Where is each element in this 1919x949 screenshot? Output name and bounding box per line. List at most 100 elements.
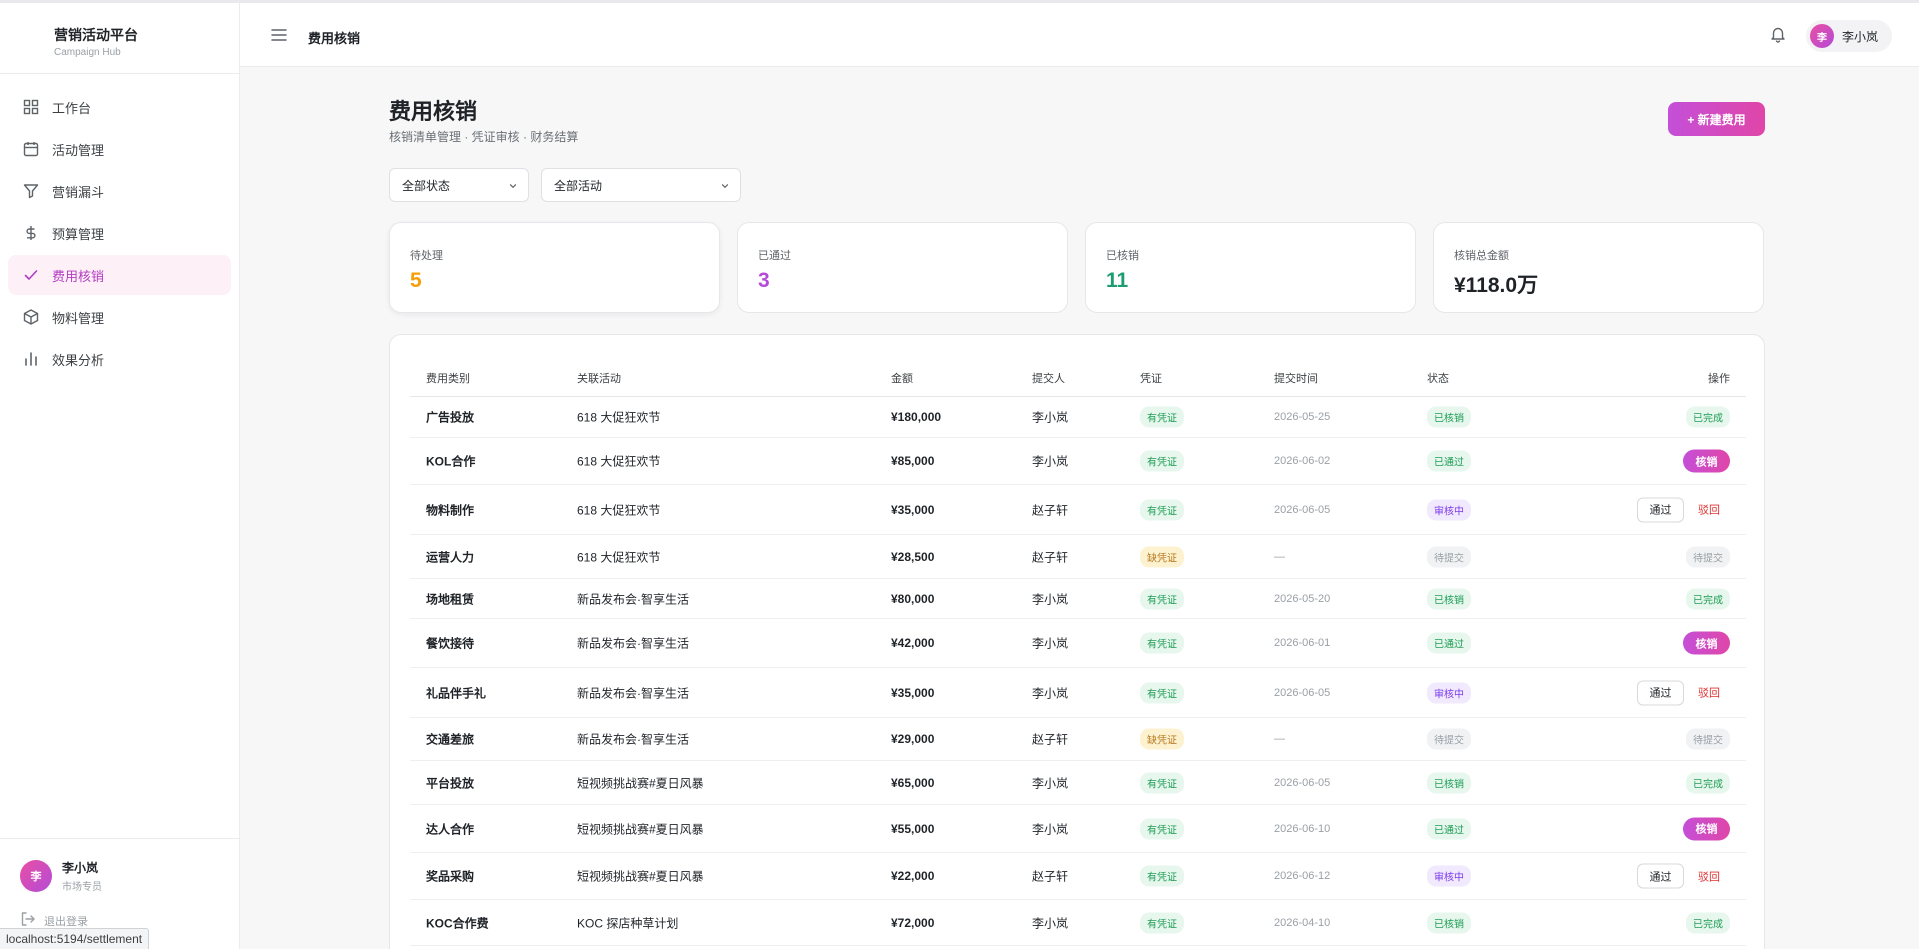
approve-button[interactable]: 通过 [1637,863,1684,889]
sidebar-item-budget[interactable]: 预算管理 [8,213,231,253]
expense-category: KOC合作费 [426,916,489,930]
stat-value: 3 [758,269,770,292]
submitter: 李小岚 [1032,636,1069,651]
approve-button[interactable]: 通过 [1637,680,1684,705]
row-actions: 待提交 [1686,728,1730,750]
table-row: 平台投放 短视频挑战赛#夏日风暴 ¥65,000 李小岚 有凭证 2026-06-05 已核… [410,761,1746,805]
expense-amount: ¥35,000 [891,685,935,700]
submit-time: 2026-06-05 [1274,686,1331,699]
sidebar-item-funnel[interactable]: 营销漏斗 [8,171,231,211]
voucher-badge: 有凭证 [1140,588,1184,609]
reject-button[interactable]: 驳回 [1698,868,1720,884]
pending-submit-badge: 待提交 [1686,728,1730,750]
row-actions: 核销 [1683,817,1730,840]
expense-category: 运营人力 [426,550,475,564]
status-badge: 已核销 [1427,912,1471,933]
logout-label: 退出登录 [44,915,88,928]
bell-icon[interactable] [1769,25,1787,43]
expense-amount: ¥80,000 [891,591,935,606]
brand-title: 营销活动平台 [54,27,138,43]
completed-badge: 已完成 [1686,406,1730,428]
status-badge: 已通过 [1427,450,1471,472]
status-bar-url: localhost:5194/settlement [0,928,150,949]
related-activity: 新品发布会·智享生活 [577,686,689,700]
submit-time: 2026-06-05 [1274,503,1331,516]
submitter: 赵子轩 [1032,503,1069,517]
voucher-badge: 有凭证 [1140,818,1184,839]
status-filter-select[interactable]: 全部状态 [389,168,529,202]
header-user[interactable]: 李 李小岚 [1806,20,1893,52]
related-activity: 新品发布会·智享生活 [577,732,689,747]
stat-label: 核销总金额 [1454,250,1509,262]
expense-category: 达人合作 [426,822,475,836]
submit-time: 2026-04-10 [1274,916,1331,929]
row-actions: 已完成 [1686,772,1730,793]
sidebar-bottom-divider [0,838,239,839]
reject-button[interactable]: 驳回 [1698,685,1720,701]
row-actions: 已完成 [1686,588,1730,609]
related-activity: 新品发布会·智享生活 [577,592,689,606]
sidebar-item-settlement[interactable]: 费用核销 [8,255,231,295]
expense-category: KOL合作 [426,454,476,469]
sidebar-item-label: 活动管理 [52,142,105,158]
voucher-badge: 有凭证 [1140,772,1184,793]
sidebar-item-analytics[interactable]: 效果分析 [8,339,231,379]
submitter: 赵子轩 [1032,732,1069,747]
brand[interactable]: 营销活动平台 Campaign Hub [54,25,138,58]
related-activity: 618 大促狂欢节 [577,454,661,469]
expense-amount: ¥35,000 [891,502,935,517]
expense-category: 平台投放 [426,776,475,790]
settle-button[interactable]: 核销 [1683,449,1730,473]
status-badge: 已核销 [1427,588,1471,609]
table-row: 物料制作 618 大促狂欢节 ¥35,000 赵子轩 有凭证 2026-06-05 审核中 通… [410,485,1746,535]
sidebar-nav: 工作台 活动管理 营销漏斗 预算管理 费用核销 物料管理 效果分析 [8,87,231,381]
related-activity: 新品发布会·智享生活 [577,636,689,651]
submitter: 李小岚 [1032,822,1069,836]
activity-filter-value: 全部活动 [554,178,603,193]
new-expense-button[interactable]: + 新建费用 [1668,102,1765,136]
submit-time: 2026-06-10 [1274,822,1331,835]
table-row: 场地租赁 新品发布会·智享生活 ¥80,000 李小岚 有凭证 2026-05-20 已核销… [410,579,1746,619]
sidebar-item-campaigns[interactable]: 活动管理 [8,129,231,169]
status-badge: 待提交 [1427,728,1471,750]
menu-icon[interactable] [270,26,288,44]
related-activity: KOC 探店种草计划 [577,916,679,930]
stat-value: ¥118.0万 [1454,274,1539,297]
sidebar-item-materials[interactable]: 物料管理 [8,297,231,337]
activity-filter-select[interactable]: 全部活动 [541,168,741,202]
status-badge: 审核中 [1427,499,1471,520]
settle-button[interactable]: 核销 [1683,817,1730,840]
expense-amount: ¥28,500 [891,549,935,564]
reject-button[interactable]: 驳回 [1698,502,1720,518]
page-title: 费用核销 [389,99,478,124]
related-activity: 短视频挑战赛#夏日风暴 [577,776,704,790]
row-actions: 通过 驳回 [1637,497,1730,522]
pending-submit-badge: 待提交 [1686,546,1730,567]
settle-button[interactable]: 核销 [1683,631,1730,655]
sidebar-user[interactable]: 李 李小岚 市场专员 [20,859,102,893]
stat-value: 5 [410,269,422,292]
submit-time: — [1274,733,1285,745]
submitter: 李小岚 [1032,592,1069,606]
table-row: 运营人力 618 大促狂欢节 ¥28,500 赵子轩 缺凭证 — 待提交 待提交 [410,535,1746,579]
expense-category: 礼品伴手礼 [426,686,487,700]
table-row: 奖品采购 短视频挑战赛#夏日风暴 ¥22,000 赵子轩 有凭证 2026-06-12 审核… [410,853,1746,900]
row-actions: 核销 [1683,631,1730,655]
dollar-icon [22,224,40,242]
row-actions: 通过 驳回 [1637,680,1730,705]
submitter: 李小岚 [1032,454,1069,469]
brand-subtitle: Campaign Hub [54,47,121,58]
funnel-icon [22,182,40,200]
grid-icon [22,98,40,116]
table-row: 礼品伴手礼 新品发布会·智享生活 ¥35,000 李小岚 有凭证 2026-06-05 审核… [410,668,1746,718]
completed-badge: 已完成 [1686,588,1730,609]
stat-value: 11 [1106,269,1129,292]
sidebar-item-workbench[interactable]: 工作台 [8,87,231,127]
user-name: 李小岚 [62,861,99,875]
expense-category: 物料制作 [426,503,475,517]
breadcrumb: 费用核销 [308,31,361,46]
approve-button[interactable]: 通过 [1637,497,1684,522]
status-badge: 审核中 [1427,682,1471,703]
expense-category: 广告投放 [426,410,475,425]
column-header: 费用类别 [426,373,470,385]
